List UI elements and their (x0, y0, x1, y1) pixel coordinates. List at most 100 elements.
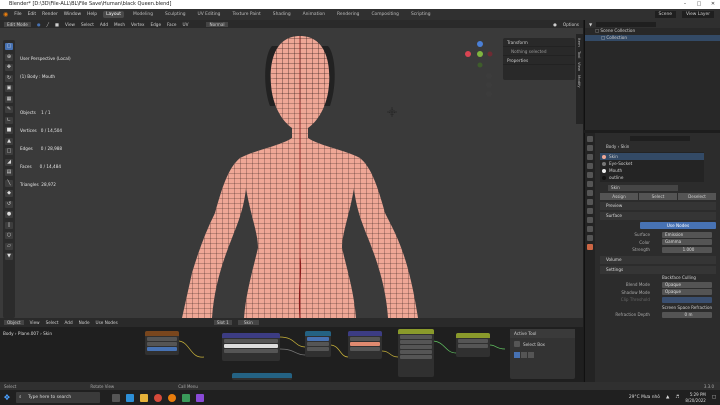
move-icon[interactable]: ✥ (5, 64, 13, 71)
menu-help[interactable]: Help (87, 12, 97, 17)
scene-tab-icon[interactable] (587, 172, 593, 178)
outliner-collection[interactable]: □ Collection (585, 34, 720, 41)
preview-panel[interactable]: Preview (600, 202, 716, 210)
maximize-icon[interactable]: □ (692, 0, 706, 9)
mix-node[interactable] (222, 333, 280, 361)
extrude-icon[interactable]: ▲ (5, 137, 13, 145)
menu-edge[interactable]: Edge (150, 22, 161, 27)
weather-widget[interactable]: 29°C Mưa nhỏ (629, 395, 660, 400)
vertex-select-icon[interactable]: ● (37, 22, 41, 27)
annotate-icon[interactable]: ✎ (5, 106, 13, 113)
menu-add[interactable]: Add (100, 22, 108, 27)
mode-new-icon[interactable] (514, 352, 520, 358)
deselect-button[interactable]: Deselect (678, 192, 716, 200)
tab-scripting[interactable]: Scripting (408, 11, 434, 18)
select-box-icon[interactable]: ▢ (5, 43, 13, 50)
scale-icon[interactable]: ▣ (5, 85, 13, 92)
chrome-icon[interactable] (154, 393, 162, 402)
node-tree-type[interactable]: Object (4, 320, 24, 325)
shadow-mode-dropdown[interactable]: Opaque (662, 289, 712, 296)
menu-window[interactable]: Window (64, 12, 81, 17)
mode-subtract-icon[interactable] (528, 352, 534, 358)
data-tab-icon[interactable] (587, 235, 593, 241)
material-slot[interactable]: outline (600, 174, 704, 181)
texture-node[interactable] (145, 331, 179, 355)
color-ramp-node[interactable] (348, 331, 382, 359)
menu-vertex[interactable]: Vertex (131, 22, 144, 27)
tab-uv-editing[interactable]: UV Editing (195, 11, 224, 18)
settings-panel[interactable]: Settings (600, 265, 716, 274)
edge-slide-icon[interactable]: ▯ (5, 221, 13, 229)
spin-icon[interactable]: ↺ (5, 200, 13, 208)
blender-taskbar-icon[interactable] (168, 393, 176, 402)
view-layer-selector[interactable]: View Layer (681, 11, 714, 18)
close-icon[interactable]: ✕ (706, 0, 720, 9)
blend-mode-dropdown[interactable]: Opaque (662, 281, 712, 288)
refraction-depth-field[interactable]: 0 m (662, 311, 712, 318)
object-tab-icon[interactable] (587, 190, 593, 196)
rotate-icon[interactable]: ↻ (5, 74, 13, 82)
menu-view[interactable]: View (65, 22, 75, 27)
tab-layout[interactable]: Layout (103, 11, 125, 18)
loop-cut-icon[interactable]: ▤ (5, 169, 13, 176)
surface-panel[interactable]: Surface (600, 212, 716, 220)
filter-icon[interactable]: ▼ (589, 22, 592, 27)
output-tab-icon[interactable] (587, 154, 593, 160)
blender-logo-icon[interactable]: ◉ (3, 11, 8, 18)
edge-select-icon[interactable]: ╱ (47, 22, 50, 27)
physics-tab-icon[interactable] (587, 217, 593, 223)
node-menu-node[interactable]: Node (79, 320, 90, 325)
file-explorer-icon[interactable] (140, 393, 148, 402)
surface-shader-field[interactable]: Emission (662, 231, 712, 238)
volume-icon[interactable]: ♬ (675, 395, 679, 400)
edit-mode-dropdown[interactable]: Edit Mode (4, 21, 31, 27)
tab-compositing[interactable]: Compositing (368, 11, 402, 18)
knife-icon[interactable]: ╲ (5, 179, 13, 187)
modifier-tab-icon[interactable] (587, 199, 593, 205)
options-dropdown[interactable]: Options (563, 22, 579, 27)
node-menu-add[interactable]: Add (65, 320, 73, 325)
taskbar-search[interactable]: Type here to search (16, 392, 100, 403)
volume-panel[interactable]: Volume (600, 255, 716, 264)
tab-tool[interactable]: Tool (577, 51, 582, 58)
rip-icon[interactable]: ▼ (5, 253, 13, 260)
minimize-icon[interactable]: – (678, 0, 692, 9)
edge-icon[interactable] (126, 393, 134, 402)
node-menu-select[interactable]: Select (46, 320, 59, 325)
tab-shading[interactable]: Shading (270, 11, 294, 18)
select-box-tool[interactable]: Select Box (510, 338, 575, 350)
menu-render[interactable]: Render (42, 12, 58, 17)
cursor-icon[interactable]: ⊕ (5, 53, 13, 61)
shear-icon[interactable]: ▱ (5, 242, 13, 250)
tab-sculpting[interactable]: Sculpting (162, 11, 189, 18)
tab-rendering[interactable]: Rendering (334, 11, 362, 18)
color-input-field[interactable]: Gamma (662, 239, 712, 246)
transform-icon[interactable]: ▦ (5, 95, 13, 103)
material-slot[interactable]: Skin (600, 153, 704, 160)
material-slot[interactable]: Mouth (600, 167, 704, 174)
task-view-icon[interactable] (112, 393, 120, 402)
material-tab-icon[interactable] (587, 244, 593, 250)
material-name-field[interactable]: Skin (608, 184, 678, 191)
inset-icon[interactable]: □ (5, 148, 13, 155)
ssr-checkbox[interactable]: Screen Space Refraction (662, 304, 712, 312)
tab-item[interactable]: Item (577, 38, 582, 47)
particles-tab-icon[interactable] (587, 208, 593, 214)
tab-animation[interactable]: Animation (300, 11, 328, 18)
menu-uv[interactable]: UV (183, 22, 189, 27)
menu-face[interactable]: Face (167, 22, 176, 27)
material-dropdown[interactable]: Skin (237, 320, 259, 325)
windows-start-icon[interactable]: ❖ (0, 393, 14, 402)
menu-file[interactable]: File (14, 12, 21, 17)
add-cube-icon[interactable]: ■ (5, 127, 13, 134)
outliner-search[interactable] (596, 21, 657, 27)
tab-modeling[interactable]: Modeling (130, 11, 156, 18)
shading-solid-icon[interactable]: ● (553, 22, 557, 27)
render-tab-icon[interactable] (587, 145, 593, 151)
material-output-node[interactable] (456, 333, 490, 357)
use-nodes-checkbox[interactable]: Use Nodes (96, 320, 118, 325)
material-slot[interactable]: Eye-Socket (600, 160, 704, 167)
uv-map-node[interactable] (232, 373, 292, 380)
app-icon[interactable] (182, 393, 190, 402)
navigation-gizmo[interactable] (460, 38, 500, 98)
